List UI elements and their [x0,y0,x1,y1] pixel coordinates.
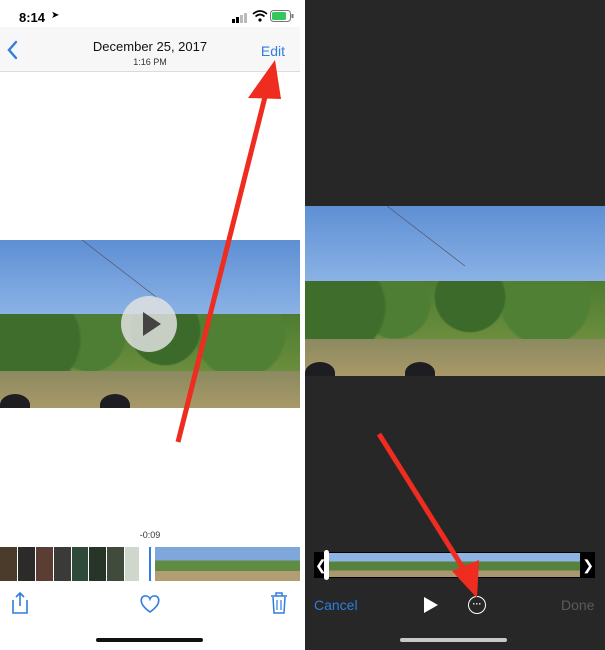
photos-video-view: 8:14 ➤ December 25, 2017 1:16 PM Edit -0… [0,0,300,650]
annotation-arrow [376,432,479,598]
annotation-arrow [175,60,281,443]
video-editor-view: ❮ ❯ Cancel ··· Done [305,0,605,650]
